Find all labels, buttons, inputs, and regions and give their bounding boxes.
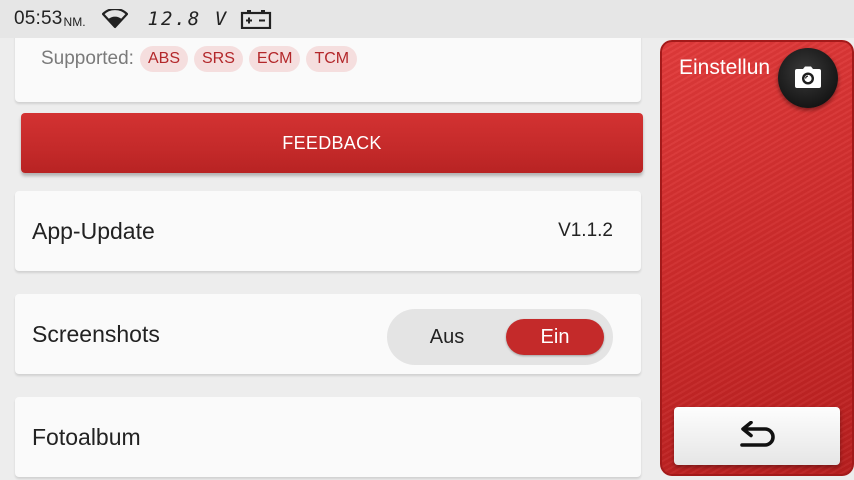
photo-album-label: Fotoalbum xyxy=(32,423,141,450)
app-version-value: V1.1.2 xyxy=(558,220,613,241)
screenshots-row: Screenshots Aus Ein xyxy=(15,294,641,374)
supported-tag: SRS xyxy=(193,46,243,72)
feedback-button[interactable]: FEEDBACK xyxy=(21,113,643,173)
screenshots-label: Screenshots xyxy=(32,320,160,347)
photo-album-row[interactable]: Fotoalbum xyxy=(15,397,641,477)
supported-row: Supported: ABS SRS ECM TCM xyxy=(41,46,363,72)
battery-voltage: 12.8 V xyxy=(147,8,229,30)
battery-icon xyxy=(241,10,272,29)
toggle-option-on[interactable]: Ein xyxy=(506,319,604,355)
supported-tag: ABS xyxy=(139,46,188,72)
supported-systems-card: Supported: ABS SRS ECM TCM xyxy=(15,38,641,102)
toggle-option-off[interactable]: Aus xyxy=(405,309,489,365)
settings-content[interactable]: Supported: ABS SRS ECM TCM FEEDBACK App-… xyxy=(0,38,658,480)
supported-tag: ECM xyxy=(248,46,301,72)
supported-label: Supported: xyxy=(41,48,134,69)
back-button[interactable] xyxy=(674,407,840,465)
status-ampm: NM. xyxy=(63,14,86,29)
wifi-icon xyxy=(101,9,128,29)
camera-icon xyxy=(795,66,821,88)
panel-title: Einstellun xyxy=(679,56,771,79)
back-arrow-icon xyxy=(740,421,775,447)
app-update-row[interactable]: App-Update V1.1.2 xyxy=(15,191,641,271)
supported-tag: TCM xyxy=(306,46,358,72)
status-time: 05:53 xyxy=(14,8,63,29)
app-update-label: App-Update xyxy=(32,217,155,244)
status-bar: 05:53 NM. 12.8 V xyxy=(0,0,854,38)
screenshots-toggle[interactable]: Aus Ein xyxy=(387,309,613,365)
screenshot-camera-button[interactable] xyxy=(778,48,838,108)
